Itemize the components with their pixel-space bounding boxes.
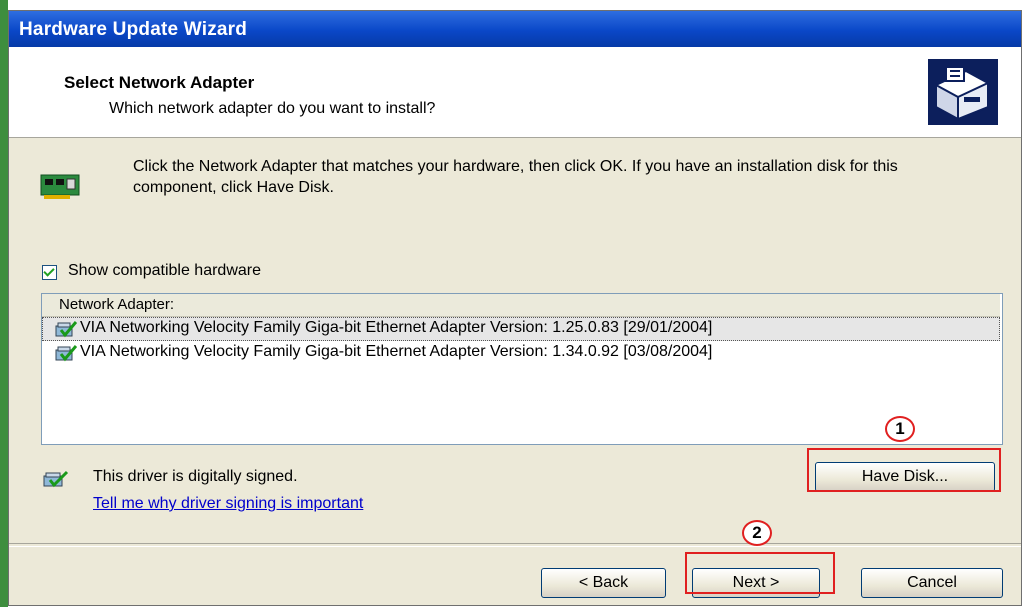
adapter-list-header-label: Network Adapter: — [59, 296, 175, 313]
have-disk-highlight — [807, 448, 1001, 492]
title-bar[interactable]: Hardware Update Wizard — [9, 11, 1021, 47]
signed-driver-icon — [55, 321, 77, 338]
footer-divider — [9, 543, 1021, 547]
intro-text: Click the Network Adapter that matches y… — [133, 158, 898, 196]
driver-signing-link[interactable]: Tell me why driver signing is important — [93, 495, 363, 513]
signed-driver-icon — [55, 345, 77, 362]
network-adapter-icon — [40, 174, 80, 199]
cancel-button[interactable]: Cancel — [861, 568, 1003, 598]
step-2-marker: 2 — [742, 520, 772, 546]
adapter-list-header[interactable]: Network Adapter: — [42, 294, 1000, 317]
wizard-header: Select Network Adapter Which network ada… — [9, 47, 1021, 138]
window-title: Hardware Update Wizard — [19, 19, 248, 40]
page-title: Select Network Adapter — [64, 73, 255, 92]
list-item[interactable]: VIA Networking Velocity Family Giga-bit … — [42, 341, 1000, 365]
left-edge-bar — [0, 0, 8, 607]
show-compatible-checkbox[interactable] — [42, 265, 57, 280]
show-compatible-label[interactable]: Show compatible hardware — [68, 262, 261, 280]
step-1-marker: 1 — [885, 416, 915, 442]
adapter-list[interactable]: Network Adapter: VIA Networking Velocity… — [41, 293, 1003, 445]
next-highlight — [685, 552, 835, 594]
digital-signature-icon — [43, 470, 69, 488]
hardware-install-icon — [928, 59, 998, 125]
list-item-label: VIA Networking Velocity Family Giga-bit … — [80, 319, 713, 336]
page-subtitle: Which network adapter do you want to ins… — [109, 100, 436, 117]
back-button[interactable]: < Back — [541, 568, 666, 598]
wizard-window: Hardware Update Wizard Select Network Ad… — [8, 10, 1022, 606]
list-item-label: VIA Networking Velocity Family Giga-bit … — [80, 343, 713, 360]
list-item[interactable]: VIA Networking Velocity Family Giga-bit … — [42, 317, 1000, 341]
signed-status-text: This driver is digitally signed. — [93, 468, 298, 485]
wizard-body: Click the Network Adapter that matches y… — [9, 138, 1021, 605]
